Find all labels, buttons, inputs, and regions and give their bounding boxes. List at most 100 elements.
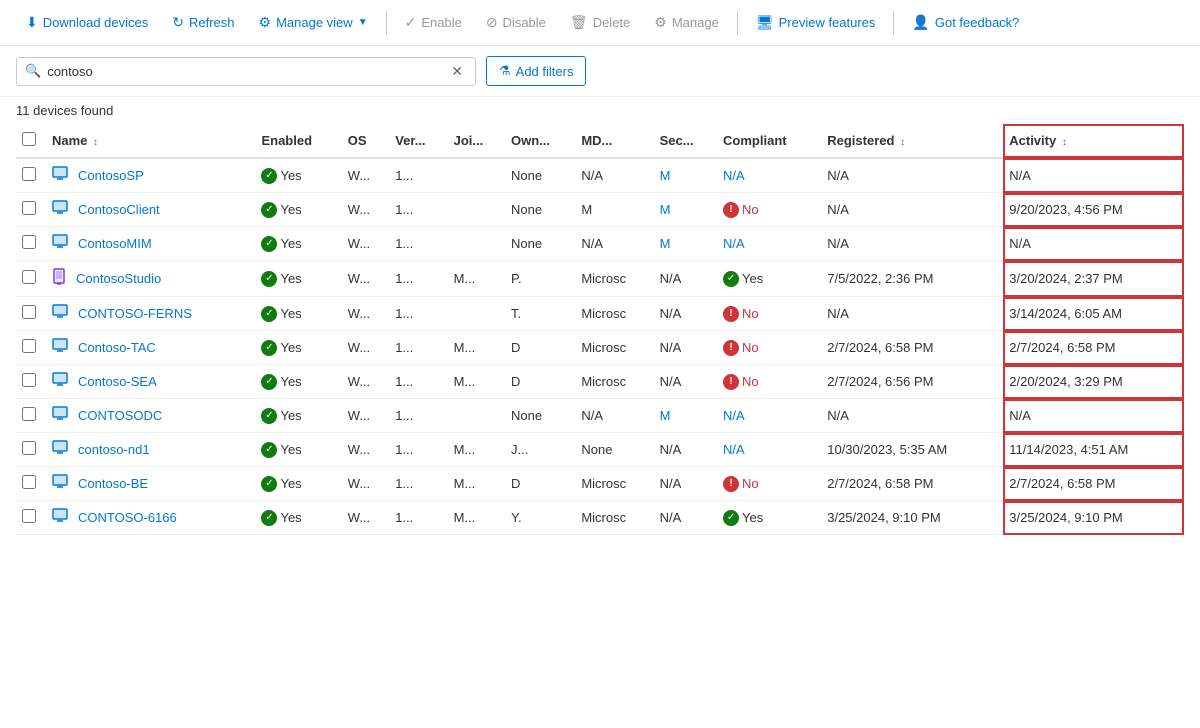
- device-name-link[interactable]: ContosoClient: [52, 200, 249, 219]
- manage-button[interactable]: ⚙ Manage: [644, 8, 729, 37]
- os-cell: W...: [342, 365, 389, 399]
- enabled-check-icon: ✓: [261, 271, 277, 287]
- row-checkbox[interactable]: [22, 373, 36, 387]
- compliant-na-link[interactable]: N/A: [723, 236, 745, 251]
- manage-view-button[interactable]: ⚙ Manage view ▼: [249, 8, 378, 37]
- row-checkbox-cell: [16, 261, 46, 297]
- enable-icon: ✓: [405, 14, 417, 31]
- version-cell: 1...: [389, 158, 447, 193]
- os-cell: W...: [342, 399, 389, 433]
- compliant-na-link[interactable]: N/A: [723, 168, 745, 183]
- sec-link[interactable]: M: [660, 408, 671, 423]
- disable-button[interactable]: ⊘ Disable: [476, 8, 556, 37]
- sec-link[interactable]: M: [660, 202, 671, 217]
- enable-button[interactable]: ✓ Enable: [395, 8, 472, 37]
- device-icon: [52, 234, 72, 253]
- device-name-cell: Contoso-BE: [46, 467, 255, 501]
- join-cell: M...: [448, 467, 505, 501]
- download-devices-label: Download devices: [43, 15, 149, 30]
- row-checkbox[interactable]: [22, 305, 36, 319]
- activity-cell: 2/7/2024, 6:58 PM: [1003, 331, 1184, 365]
- compliant-na-link[interactable]: N/A: [723, 442, 745, 457]
- enabled-status: ✓ Yes: [261, 202, 335, 218]
- select-all-checkbox[interactable]: [22, 132, 36, 146]
- devices-table: Name ↕ Enabled OS Ver... Joi... Own...: [16, 124, 1184, 535]
- device-name-link[interactable]: CONTOSO-FERNS: [52, 304, 249, 323]
- enabled-cell: ✓ Yes: [255, 399, 341, 433]
- compliant-cell: ! No: [717, 193, 821, 227]
- enabled-cell: ✓ Yes: [255, 467, 341, 501]
- owner-cell: D: [505, 467, 575, 501]
- version-cell: 1...: [389, 433, 447, 467]
- sec-link[interactable]: M: [660, 168, 671, 183]
- row-checkbox[interactable]: [22, 339, 36, 353]
- device-icon: [52, 474, 72, 493]
- row-checkbox[interactable]: [22, 270, 36, 284]
- compliant-cell: ! No: [717, 467, 821, 501]
- col-header-compliant[interactable]: Compliant: [717, 124, 821, 158]
- preview-features-icon: 🖥: [756, 14, 774, 31]
- enabled-cell: ✓ Yes: [255, 331, 341, 365]
- row-checkbox[interactable]: [22, 475, 36, 489]
- col-header-os[interactable]: OS: [342, 124, 389, 158]
- enabled-check-icon: ✓: [261, 476, 277, 492]
- enabled-cell: ✓ Yes: [255, 261, 341, 297]
- exclaim-circle-icon: !: [723, 340, 739, 356]
- row-checkbox[interactable]: [22, 441, 36, 455]
- enabled-check-icon: ✓: [261, 202, 277, 218]
- device-name-cell: ContosoSP: [46, 158, 255, 193]
- download-devices-button[interactable]: ⬇ Download devices: [16, 8, 158, 37]
- col-header-registered[interactable]: Registered ↕: [821, 124, 1003, 158]
- join-cell: [448, 227, 505, 261]
- device-name-link[interactable]: ContosoSP: [52, 166, 249, 185]
- compliant-yes: ✓ Yes: [723, 510, 815, 526]
- table-row: ContosoStudio ✓ Yes W... 1... M... P. Mi…: [16, 261, 1184, 297]
- col-header-join[interactable]: Joi...: [448, 124, 505, 158]
- row-checkbox[interactable]: [22, 509, 36, 523]
- row-checkbox[interactable]: [22, 201, 36, 215]
- version-cell: 1...: [389, 261, 447, 297]
- row-checkbox-cell: [16, 365, 46, 399]
- col-header-version[interactable]: Ver...: [389, 124, 447, 158]
- sec-link[interactable]: M: [660, 236, 671, 251]
- table-row: Contoso-BE ✓ Yes W... 1... M... D Micros…: [16, 467, 1184, 501]
- owner-cell: D: [505, 331, 575, 365]
- got-feedback-button[interactable]: 👤 Got feedback?: [902, 8, 1029, 37]
- device-name-link[interactable]: ContosoMIM: [52, 234, 249, 253]
- feedback-icon: 👤: [912, 14, 929, 31]
- row-checkbox[interactable]: [22, 235, 36, 249]
- device-name: CONTOSO-FERNS: [78, 306, 192, 321]
- search-clear-button[interactable]: ✕: [447, 63, 467, 80]
- device-name-link[interactable]: CONTOSODC: [52, 406, 249, 425]
- delete-button[interactable]: 🗑 Delete: [560, 8, 640, 37]
- col-header-name[interactable]: Name ↕: [46, 124, 255, 158]
- refresh-button[interactable]: ↻ Refresh: [162, 8, 244, 37]
- device-name-link[interactable]: Contoso-SEA: [52, 372, 249, 391]
- compliant-na-link[interactable]: N/A: [723, 408, 745, 423]
- sec-cell: M: [654, 158, 717, 193]
- mdm-cell: N/A: [575, 227, 653, 261]
- refresh-label: Refresh: [189, 15, 235, 30]
- device-name-cell: ContosoMIM: [46, 227, 255, 261]
- table-row: contoso-nd1 ✓ Yes W... 1... M... J... No…: [16, 433, 1184, 467]
- enabled-check-icon: ✓: [261, 306, 277, 322]
- mdm-cell: None: [575, 433, 653, 467]
- col-header-enabled[interactable]: Enabled: [255, 124, 341, 158]
- device-name-link[interactable]: ContosoStudio: [52, 268, 249, 289]
- row-checkbox[interactable]: [22, 407, 36, 421]
- registered-cell: 2/7/2024, 6:56 PM: [821, 365, 1003, 399]
- col-header-owner[interactable]: Own...: [505, 124, 575, 158]
- device-name-link[interactable]: CONTOSO-6166: [52, 508, 249, 527]
- check-circle-icon: ✓: [723, 510, 739, 526]
- device-name-link[interactable]: Contoso-BE: [52, 474, 249, 493]
- col-header-activity[interactable]: Activity ↕: [1003, 124, 1184, 158]
- add-filters-button[interactable]: ⚗ Add filters: [486, 56, 586, 86]
- col-header-sec[interactable]: Sec...: [654, 124, 717, 158]
- device-name-link[interactable]: contoso-nd1: [52, 440, 249, 459]
- search-input[interactable]: [47, 64, 447, 79]
- device-name-link[interactable]: Contoso-TAC: [52, 338, 249, 357]
- preview-features-button[interactable]: 🖥 Preview features: [746, 8, 886, 37]
- row-checkbox[interactable]: [22, 167, 36, 181]
- version-cell: 1...: [389, 501, 447, 535]
- col-header-mdm[interactable]: MD...: [575, 124, 653, 158]
